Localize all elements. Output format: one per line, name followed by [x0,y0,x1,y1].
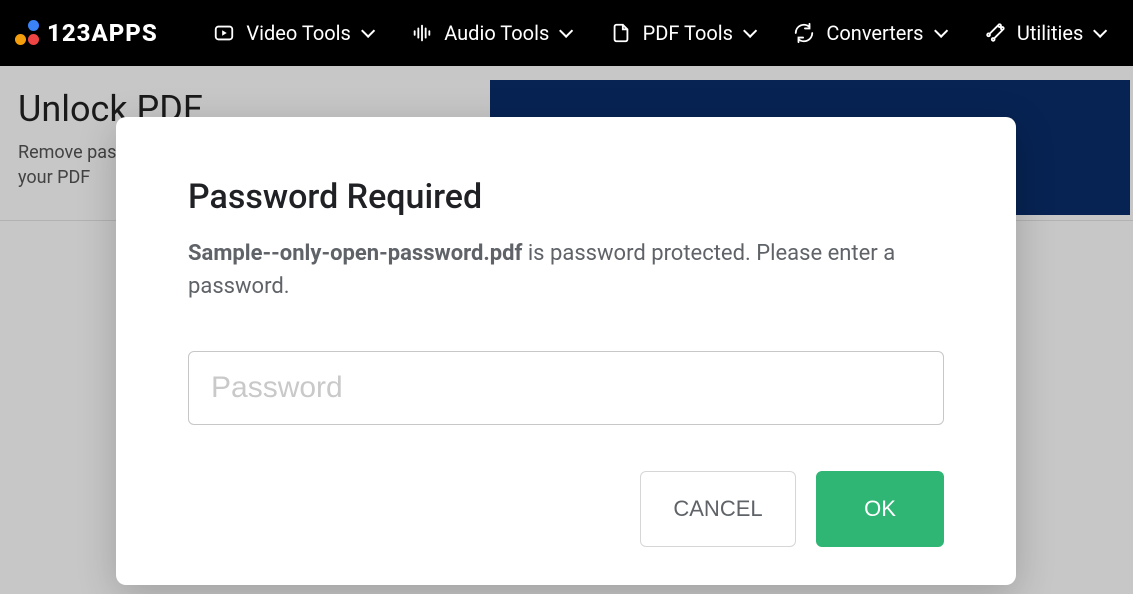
nav-label: Video Tools [246,21,350,45]
modal-title: Password Required [188,177,944,217]
modal-message: Sample--only-open-password.pdf is passwo… [188,237,944,303]
nav-label: Utilities [1017,21,1083,45]
top-navbar: 123APPS Video Tools [0,0,1133,66]
password-input[interactable] [188,351,944,425]
nav-audio-tools[interactable]: Audio Tools [410,21,569,45]
ok-button[interactable]: OK [816,471,944,547]
chevron-down-icon [559,24,573,38]
nav-label: Audio Tools [444,21,549,45]
pdf-icon [609,21,633,45]
nav-label: PDF Tools [643,21,733,45]
chevron-down-icon [361,24,375,38]
chevron-down-icon [934,24,948,38]
video-icon [212,21,236,45]
converters-icon [792,21,816,45]
logo-dots-icon [15,20,41,46]
nav-items: Video Tools Audio Tools [183,21,1123,45]
cancel-button[interactable]: CANCEL [640,471,796,547]
nav-pdf-tools[interactable]: PDF Tools [609,21,753,45]
chevron-down-icon [743,24,757,38]
brand-logo[interactable]: 123APPS [10,19,183,47]
modal-filename: Sample--only-open-password.pdf [188,241,522,266]
audio-icon [410,21,434,45]
utilities-icon [983,21,1007,45]
chevron-down-icon [1093,24,1107,38]
nav-label: Converters [826,21,923,45]
nav-utilities[interactable]: Utilities [983,21,1103,45]
password-modal: Password Required Sample--only-open-pass… [116,117,1016,585]
brand-name: 123APPS [47,19,158,47]
nav-converters[interactable]: Converters [792,21,943,45]
modal-buttons: CANCEL OK [188,471,944,547]
nav-video-tools[interactable]: Video Tools [212,21,370,45]
